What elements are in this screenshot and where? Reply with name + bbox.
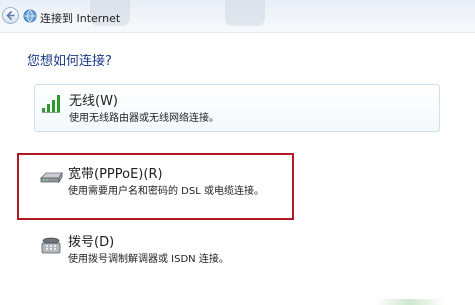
option-broadband-pppoe[interactable]: 宽带(PPPoE)(R) 使用需要用户名和密码的 DSL 或电缆连接。 xyxy=(34,158,440,208)
wireless-signal-icon xyxy=(42,95,60,113)
option-description: 使用无线路由器或无线网络连接。 xyxy=(69,113,219,124)
back-arrow-icon xyxy=(6,10,15,21)
page-question: 您想如何连接? xyxy=(27,54,112,69)
option-title: 拨号(D) xyxy=(68,235,115,250)
option-description: 使用拨号调制解调器或 ISDN 连接。 xyxy=(68,254,229,265)
broadband-modem-icon xyxy=(40,171,63,184)
network-globe-icon xyxy=(23,9,37,23)
option-description: 使用需要用户名和密码的 DSL 或电缆连接。 xyxy=(68,186,264,197)
option-title: 无线(W) xyxy=(69,94,118,109)
titlebar-glass-decoration xyxy=(225,0,265,26)
title-bar: 连接到 Internet xyxy=(0,0,475,33)
option-title: 宽带(PPPoE)(R) xyxy=(68,167,163,182)
window-title: 连接到 Internet xyxy=(40,12,121,25)
back-button[interactable] xyxy=(2,7,19,24)
option-wireless[interactable]: 无线(W) 使用无线路由器或无线网络连接。 xyxy=(34,84,440,132)
dialup-modem-icon xyxy=(41,237,61,254)
bottom-decoration xyxy=(375,299,445,305)
option-dialup[interactable]: 拨号(D) 使用拨号调制解调器或 ISDN 连接。 xyxy=(34,226,440,270)
